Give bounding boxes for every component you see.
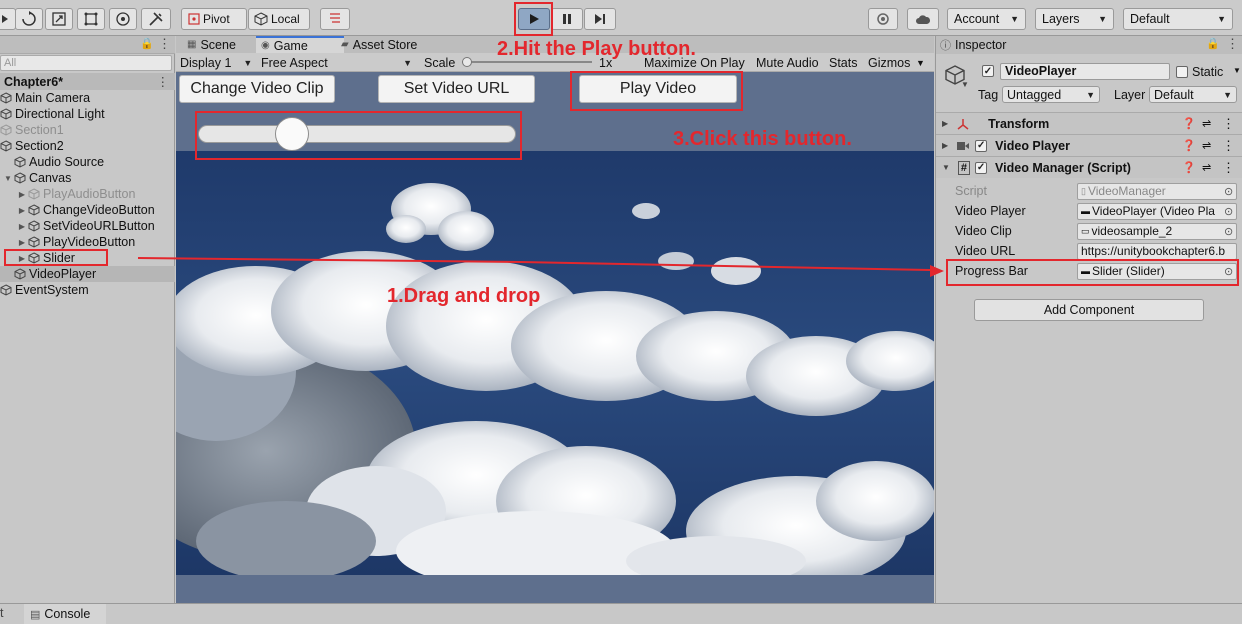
- drag-arrow: [137, 257, 944, 277]
